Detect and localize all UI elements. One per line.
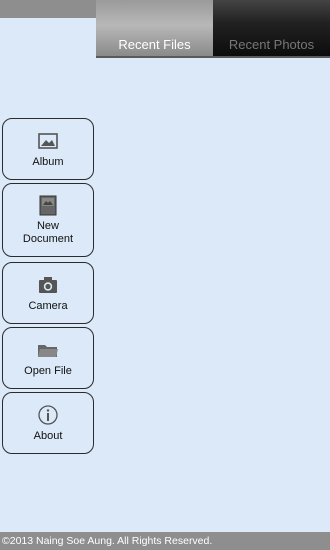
footer-copyright: ©2013 Naing Soe Aung. All Rights Reserve… <box>0 532 330 550</box>
new-document-button[interactable]: New Document <box>2 183 94 257</box>
new-document-label-line1: New <box>36 220 59 232</box>
open-file-button[interactable]: Open File <box>2 327 94 389</box>
tab-recent-files-label: Recent Files <box>118 37 191 52</box>
camera-button[interactable]: Camera <box>2 262 94 324</box>
about-button[interactable]: About <box>2 392 94 454</box>
tab-recent-photos-label: Recent Photos <box>228 37 315 52</box>
tab-recent-photos[interactable]: Recent Photos <box>213 0 330 56</box>
about-label: About <box>33 429 63 442</box>
camera-label: Camera <box>28 299 68 312</box>
image-icon <box>38 132 58 149</box>
tab-underline <box>96 56 330 58</box>
tab-recent-files[interactable]: Recent Files <box>96 0 213 56</box>
new-document-label-line2: Document <box>22 233 74 245</box>
album-label: Album <box>32 155 64 168</box>
open-file-label: Open File <box>24 364 72 377</box>
info-icon <box>38 404 58 425</box>
document-icon <box>39 195 57 216</box>
album-button[interactable]: Album <box>2 118 94 180</box>
camera-icon <box>39 276 57 293</box>
folder-icon <box>38 344 58 357</box>
top-status-strip <box>0 0 96 18</box>
